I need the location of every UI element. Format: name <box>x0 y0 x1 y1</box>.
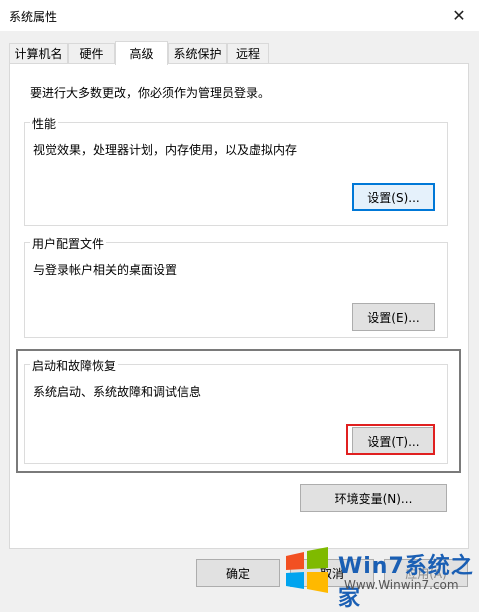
environment-variables-button[interactable]: 环境变量(N)... <box>300 484 447 512</box>
tab-remote[interactable]: 远程 <box>227 43 269 63</box>
window-title: 系统属性 <box>9 10 58 24</box>
button-label: 环境变量(N)... <box>334 491 413 506</box>
close-icon: ✕ <box>452 6 466 25</box>
performance-description: 视觉效果，处理器计划，内存使用，以及虚拟内存 <box>33 143 298 157</box>
user-profiles-group: 用户配置文件 与登录帐户相关的桌面设置 设置(E)... <box>24 235 448 338</box>
user-profiles-description: 与登录帐户相关的桌面设置 <box>33 263 178 277</box>
watermark-url: Www.Winwin7.com <box>344 578 459 592</box>
button-label: 设置(E)... <box>367 310 420 325</box>
tab-label: 系统保护 <box>173 47 222 61</box>
tab-label: 远程 <box>235 47 260 61</box>
tab-label: 高级 <box>129 47 154 61</box>
tab-label: 硬件 <box>79 47 104 61</box>
gray-highlight-box <box>16 349 461 473</box>
admin-notice: 要进行大多数更改，你必须作为管理员登录。 <box>30 86 271 100</box>
button-label: 确定 <box>225 566 250 581</box>
user-profiles-title: 用户配置文件 <box>30 235 107 252</box>
tab-advanced[interactable]: 高级 <box>115 41 168 65</box>
tab-computer-name[interactable]: 计算机名 <box>9 43 68 63</box>
title-bar: 系统属性 ✕ <box>0 0 479 31</box>
tab-label: 计算机名 <box>14 47 63 61</box>
advanced-tab-panel: 要进行大多数更改，你必须作为管理员登录。 性能 视觉效果，处理器计划，内存使用，… <box>9 63 469 549</box>
tab-hardware[interactable]: 硬件 <box>68 43 115 63</box>
performance-group: 性能 视觉效果，处理器计划，内存使用，以及虚拟内存 设置(S)... <box>24 115 448 226</box>
tab-system-protection[interactable]: 系统保护 <box>168 43 227 63</box>
close-button[interactable]: ✕ <box>439 0 479 31</box>
ok-button[interactable]: 确定 <box>196 559 280 587</box>
button-label: 设置(S)... <box>367 190 420 205</box>
windows-logo-icon <box>286 547 328 593</box>
performance-settings-button[interactable]: 设置(S)... <box>352 183 435 211</box>
site-watermark: Win7系统之家 Www.Winwin7.com <box>282 544 479 611</box>
user-profiles-settings-button[interactable]: 设置(E)... <box>352 303 435 331</box>
performance-title: 性能 <box>30 115 59 132</box>
